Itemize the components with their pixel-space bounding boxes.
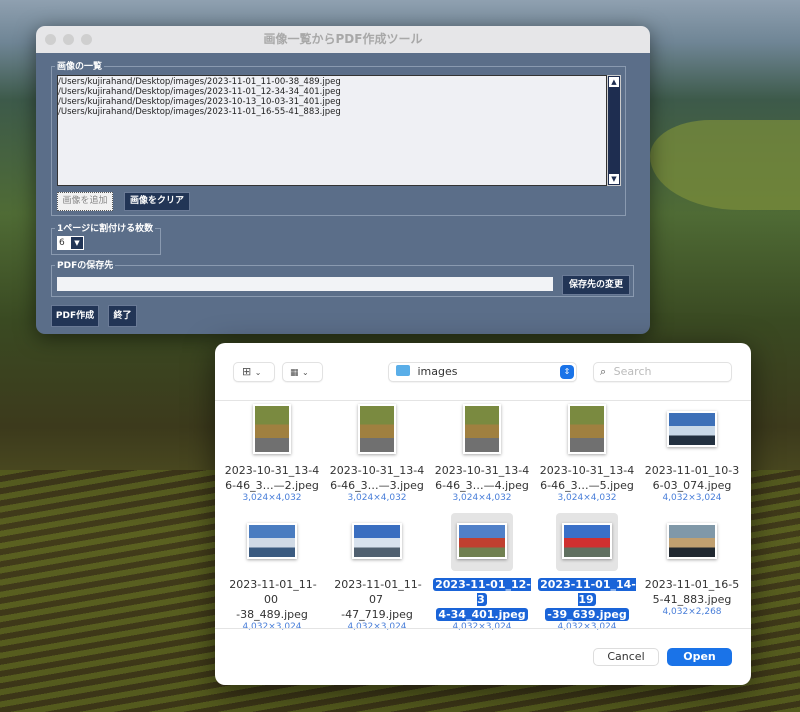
thumbnail-frame (451, 401, 513, 457)
file-name: 2023-11-01_11-07 -47_719.jpeg (334, 578, 422, 621)
list-item[interactable]: /Users/kujirahand/Desktop/images/2023-11… (58, 87, 606, 97)
clear-images-button[interactable]: 画像をクリア (124, 192, 190, 211)
file-name: 2023-11-01_12-3 4-34_401.jpeg (433, 578, 531, 621)
file-name: 2023-10-31_13-4 6-46_3…—3.jpeg (329, 464, 425, 492)
divider (215, 628, 751, 629)
up-down-chevron-icon: ⇕ (560, 365, 574, 379)
list-item[interactable]: /Users/kujirahand/Desktop/images/2023-10… (58, 97, 606, 107)
image-dimensions: 3,024×4,032 (452, 493, 512, 503)
file-name: 2023-10-31_13-4 6-46_3…—5.jpeg (539, 464, 635, 492)
file-item[interactable]: 2023-11-01_10-3 6-03_074.jpeg 4,032×3,024 (642, 401, 742, 503)
zoom-button[interactable] (81, 34, 92, 45)
close-button[interactable] (45, 34, 56, 45)
open-button[interactable]: Open (667, 648, 732, 666)
scroll-down-icon[interactable]: ▼ (609, 174, 619, 184)
thumbnail-frame (346, 401, 408, 457)
image-thumbnail (667, 411, 717, 447)
file-item[interactable]: 2023-10-31_13-4 6-46_3…—5.jpeg 3,024×4,03… (537, 401, 637, 503)
file-name: 2023-11-01_11-00 -38_489.jpeg (229, 578, 317, 621)
thumbnail-frame (451, 513, 513, 571)
quit-button[interactable]: 終了 (108, 305, 137, 327)
change-destination-button[interactable]: 保存先の変更 (562, 275, 630, 295)
thumbnail-frame (241, 401, 303, 457)
title-bar: 画像一覧からPDF作成ツール (36, 26, 650, 53)
thumbnail-frame (346, 513, 408, 571)
file-item[interactable]: 2023-11-01_12-3 4-34_401.jpeg 4,032×3,024 (432, 513, 532, 632)
file-name: 2023-11-01_10-3 6-03_074.jpeg (644, 464, 740, 492)
file-item[interactable]: 2023-10-31_13-4 6-46_3…—4.jpeg 3,024×4,03… (432, 401, 532, 503)
list-scrollbar[interactable]: ▲ ▼ (607, 75, 621, 186)
folder-popup[interactable]: images ⇕ (388, 362, 577, 382)
folder-icon (396, 365, 410, 376)
chevron-down-icon[interactable]: ▼ (71, 237, 83, 249)
scroll-up-icon[interactable]: ▲ (609, 77, 619, 87)
image-dimensions: 4,032×3,024 (242, 622, 302, 632)
file-name: 2023-11-01_14-19 -39_639.jpeg (538, 578, 636, 621)
thumbnail-frame (556, 513, 618, 571)
thumbnail-frame (661, 401, 723, 457)
image-listbox[interactable]: /Users/kujirahand/Desktop/images/2023-11… (57, 75, 607, 186)
create-pdf-button[interactable]: PDF作成 (51, 305, 99, 327)
image-dimensions: 4,032×3,024 (452, 622, 512, 632)
file-item[interactable]: 2023-11-01_16-5 5-41_883.jpeg 4,032×2,268 (642, 513, 742, 617)
folder-name: images (417, 365, 458, 378)
icon-view-button[interactable]: ⊞ ⌄ (233, 362, 275, 382)
image-thumbnail (247, 523, 297, 559)
image-thumbnail (667, 523, 717, 559)
image-thumbnail (562, 523, 612, 559)
search-placeholder: Search (613, 365, 652, 378)
image-dimensions: 4,032×2,268 (662, 607, 722, 617)
per-page-select[interactable]: 6 ▼ (57, 236, 84, 250)
thumbnail-frame (661, 513, 723, 571)
image-dimensions: 3,024×4,032 (347, 493, 407, 503)
image-thumbnail (568, 404, 606, 454)
file-item[interactable]: 2023-11-01_14-19 -39_639.jpeg 4,032×3,024 (537, 513, 637, 632)
per-page-label: 1ページに割付ける枚数 (55, 221, 156, 234)
chevron-down-icon: ⌄ (302, 368, 309, 377)
save-to-label: PDFの保存先 (55, 258, 116, 271)
chevron-down-icon: ⌄ (254, 368, 262, 377)
save-path-input[interactable] (57, 277, 553, 291)
image-dimensions: 4,032×3,024 (557, 622, 617, 632)
image-dimensions: 3,024×4,032 (242, 493, 302, 503)
image-thumbnail (463, 404, 501, 454)
file-name: 2023-10-31_13-4 6-46_3…—4.jpeg (434, 464, 530, 492)
window-title: 画像一覧からPDF作成ツール (263, 32, 423, 46)
thumbnail-frame (556, 401, 618, 457)
grid-icon: ⊞ (242, 365, 252, 378)
file-name: 2023-10-31_13-4 6-46_3…—2.jpeg (224, 464, 320, 492)
image-dimensions: 4,032×3,024 (662, 493, 722, 503)
image-thumbnail (253, 404, 291, 454)
minimize-button[interactable] (63, 34, 74, 45)
image-dimensions: 3,024×4,032 (557, 493, 617, 503)
open-file-dialog: ⊞ ⌄ ▦ ⌄ images ⇕ ⌕ Search 2023-10-31_13-… (215, 343, 751, 685)
cancel-button[interactable]: Cancel (593, 648, 659, 666)
file-item[interactable]: 2023-10-31_13-4 6-46_3…—2.jpeg 3,024×4,03… (222, 401, 322, 503)
image-thumbnail (358, 404, 396, 454)
wallpaper-hill (650, 120, 800, 210)
search-field[interactable]: ⌕ Search (593, 362, 732, 382)
search-icon: ⌕ (600, 365, 607, 378)
image-thumbnail (352, 523, 402, 559)
pdf-tool-window: 画像一覧からPDF作成ツール 画像の一覧 /Users/kujirahand/D… (36, 26, 650, 334)
file-item[interactable]: 2023-10-31_13-4 6-46_3…—3.jpeg 3,024×4,03… (327, 401, 427, 503)
list-item[interactable]: /Users/kujirahand/Desktop/images/2023-11… (58, 107, 606, 117)
add-image-button[interactable]: 画像を追加 (57, 192, 113, 211)
image-list-label: 画像の一覧 (55, 59, 105, 72)
list-item[interactable]: /Users/kujirahand/Desktop/images/2023-11… (58, 77, 606, 87)
image-dimensions: 4,032×3,024 (347, 622, 407, 632)
file-name: 2023-11-01_16-5 5-41_883.jpeg (644, 578, 740, 606)
per-page-value: 6 (59, 238, 65, 248)
thumbnail-frame (241, 513, 303, 571)
image-thumbnail (457, 523, 507, 559)
file-item[interactable]: 2023-11-01_11-00 -38_489.jpeg 4,032×3,024 (222, 513, 322, 632)
group-view-button[interactable]: ▦ ⌄ (282, 362, 323, 382)
file-item[interactable]: 2023-11-01_11-07 -47_719.jpeg 4,032×3,024 (327, 513, 427, 632)
gallery-grid-icon: ▦ (290, 368, 299, 378)
